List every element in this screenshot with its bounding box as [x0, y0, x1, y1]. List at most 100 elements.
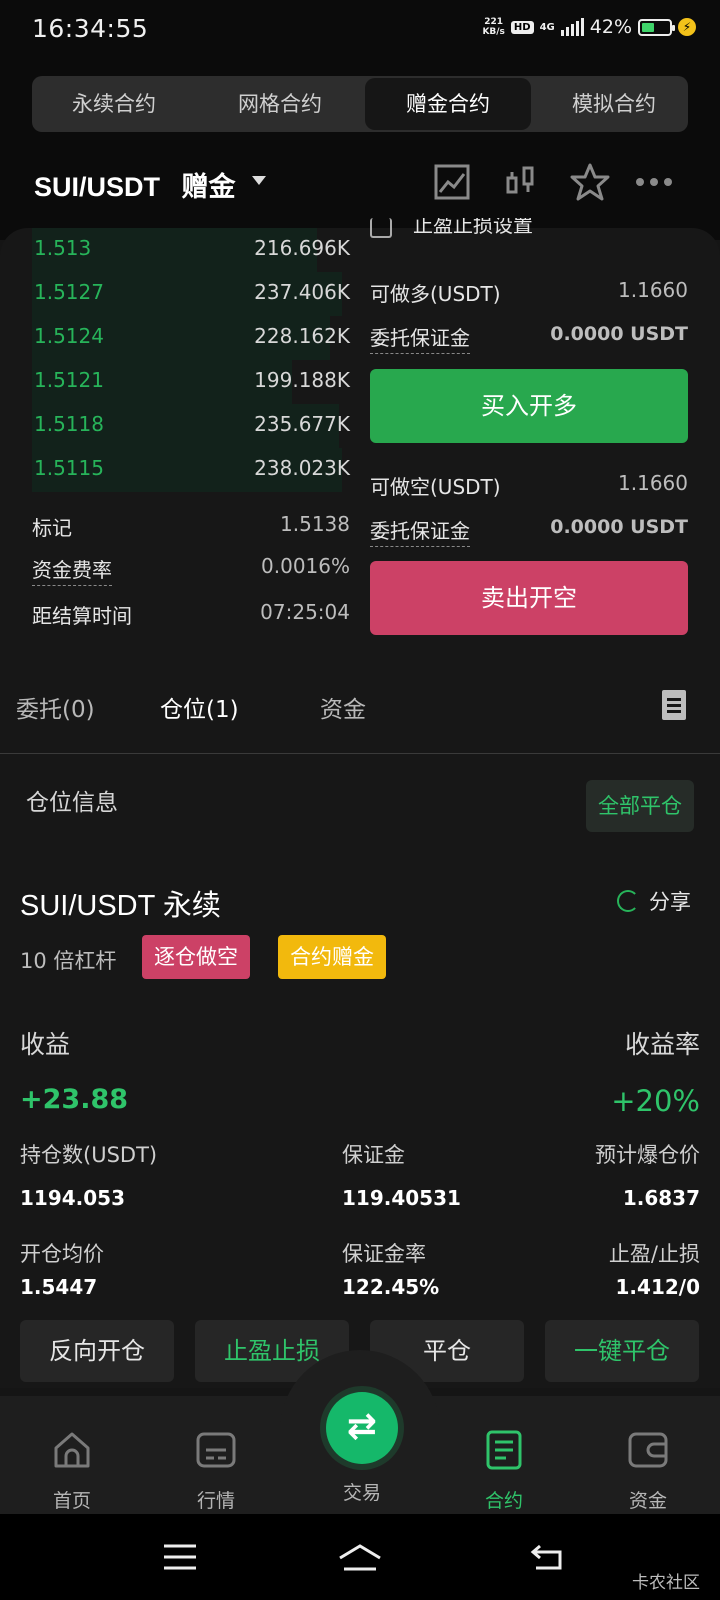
tpsl-value: 1.412/0 [615, 1275, 700, 1299]
watermark: 卡农社区 [632, 1573, 700, 1593]
nav-market[interactable]: 行情 [176, 1428, 256, 1513]
order-book-price: 1.5115 [34, 456, 104, 480]
nav-contract[interactable]: 合约 [464, 1428, 544, 1513]
net-speed-value: 221 [484, 17, 504, 27]
margin-ratio-value: 122.45% [342, 1275, 440, 1299]
size-label: 持仓数(USDT) [20, 1143, 158, 1167]
long-margin-value: 0.0000 USDT [550, 323, 688, 345]
tab-perpetual[interactable]: 永续合约 [32, 76, 196, 132]
entry-price-value: 1.5447 [20, 1275, 98, 1299]
signal-icon [560, 18, 584, 36]
settle-time-value: 07:25:04 [260, 600, 350, 624]
order-book-row[interactable]: 1.513 216.696K [32, 228, 350, 272]
tab-funds[interactable]: 资金 [320, 690, 366, 724]
tpsl-setting-label[interactable]: 止盈止损设置 [413, 218, 533, 240]
menu-icon[interactable] [162, 1542, 198, 1572]
one-click-close-button[interactable]: 一键平仓 [545, 1320, 699, 1382]
order-book-quantity: 235.677K [254, 412, 350, 436]
battery-icon [638, 18, 675, 36]
share-button[interactable]: 分享 [617, 886, 691, 916]
settle-time-label: 距结算时间 [32, 604, 132, 628]
size-value: 1194.053 [20, 1186, 126, 1210]
pair-selector[interactable]: SUI/USDT 赠金 [34, 165, 236, 204]
order-book-price: 1.5127 [34, 280, 104, 304]
funding-rate-value: 0.0016% [261, 554, 350, 578]
short-margin-label[interactable]: 委托保证金 [370, 515, 470, 547]
roe-value: +20% [611, 1084, 700, 1118]
wallet-icon [628, 1432, 668, 1468]
position-pair: SUI/USDT 永续 [20, 890, 221, 922]
chart-icon[interactable] [432, 162, 472, 202]
short-available-value: 1.1660 [618, 471, 688, 495]
net-speed: 221 KB/s [482, 17, 504, 37]
pair-mode: 赠金 [181, 172, 236, 202]
order-book-row[interactable]: 1.5124 228.162K [32, 316, 350, 360]
hd-icon: HD [510, 20, 534, 34]
order-book-quantity: 228.162K [254, 324, 350, 348]
position-section-title: 仓位信息 [26, 790, 118, 816]
funding-rate-label[interactable]: 资金费率 [32, 554, 112, 586]
short-margin-value: 0.0000 USDT [550, 516, 688, 538]
long-margin-label[interactable]: 委托保证金 [370, 322, 470, 354]
status-time: 16:34:55 [32, 14, 149, 43]
margin-value: 119.40531 [342, 1186, 461, 1210]
more-icon[interactable] [634, 162, 674, 202]
tab-positions[interactable]: 仓位(1) [160, 690, 239, 724]
tab-grid[interactable]: 网格合约 [198, 76, 362, 132]
order-book-price: 1.513 [34, 236, 92, 260]
back-icon[interactable] [530, 1542, 566, 1572]
caret-down-icon[interactable] [252, 176, 266, 185]
buy-long-button[interactable]: 买入开多 [370, 369, 688, 443]
order-book-row[interactable]: 1.5118 235.677K [32, 404, 350, 448]
document-icon[interactable] [662, 690, 686, 720]
order-book-quantity: 238.023K [254, 456, 350, 480]
contract-icon [486, 1430, 522, 1470]
star-icon[interactable] [570, 162, 610, 202]
pnl-value: +23.88 [20, 1084, 129, 1115]
side-badge: 逐仓做空 [142, 935, 250, 979]
sell-short-button[interactable]: 卖出开空 [370, 561, 688, 635]
tpsl-checkbox[interactable] [370, 218, 392, 238]
tab-orders[interactable]: 委托(0) [16, 690, 95, 724]
entry-price-label: 开仓均价 [20, 1242, 104, 1266]
nav-home[interactable]: 首页 [32, 1428, 112, 1513]
order-book-quantity: 237.406K [254, 280, 350, 304]
share-label: 分享 [649, 890, 691, 914]
order-book-quantity: 199.188K [254, 368, 350, 392]
charging-icon: ⚡ [678, 18, 696, 36]
nav-wallet-label: 资金 [628, 1490, 667, 1512]
order-book-row[interactable]: 1.5115 238.023K [32, 448, 350, 492]
pnl-label: 收益 [20, 1030, 71, 1059]
nav-contract-label: 合约 [484, 1490, 523, 1512]
order-book-price: 1.5124 [34, 324, 104, 348]
margin-label: 保证金 [342, 1143, 405, 1167]
close-all-button[interactable]: 全部平仓 [586, 780, 694, 832]
tab-bonus[interactable]: 赠金合约 [365, 78, 531, 130]
mark-value: 1.5138 [280, 512, 350, 536]
tab-demo[interactable]: 模拟合约 [532, 76, 688, 132]
home-icon [54, 1432, 90, 1468]
leverage-label: 10 倍杠杆 [20, 949, 117, 973]
roe-label: 收益率 [624, 1030, 700, 1059]
battery-percent: 42% [589, 16, 632, 38]
order-book-price: 1.5121 [34, 368, 104, 392]
pair-name: SUI/USDT [34, 172, 161, 202]
short-available-label: 可做空(USDT) [370, 475, 501, 499]
nav-trade-label[interactable]: 交易 [326, 1478, 398, 1505]
home-system-icon[interactable] [336, 1542, 384, 1572]
mark-label: 标记 [32, 516, 72, 540]
nav-home-label: 首页 [52, 1490, 91, 1512]
status-icons: 221 KB/s HD 4G 42% ⚡ [482, 16, 696, 38]
candlestick-icon[interactable] [502, 162, 542, 202]
divider [0, 753, 720, 754]
liq-price-label: 预计爆仓价 [595, 1143, 700, 1167]
trade-icon[interactable]: ⇄ [326, 1392, 398, 1464]
reverse-open-button[interactable]: 反向开仓 [20, 1320, 174, 1382]
order-book-row[interactable]: 1.5121 199.188K [32, 360, 350, 404]
net-speed-unit: KB/s [482, 27, 505, 37]
order-book-price: 1.5118 [34, 412, 104, 436]
tpsl-label: 止盈/止损 [608, 1242, 700, 1266]
nav-wallet[interactable]: 资金 [608, 1428, 688, 1513]
order-book-quantity: 216.696K [254, 236, 350, 260]
order-book-row[interactable]: 1.5127 237.406K [32, 272, 350, 316]
